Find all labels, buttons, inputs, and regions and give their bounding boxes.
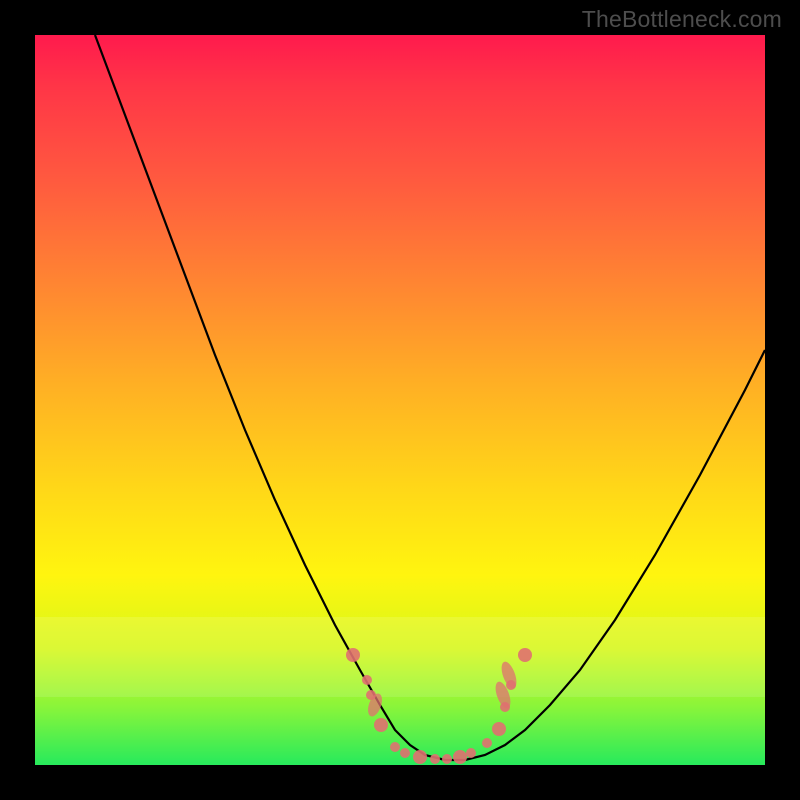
marker-dot: [374, 718, 388, 732]
chart-frame: TheBottleneck.com: [0, 0, 800, 800]
marker-dot: [442, 754, 452, 764]
marker-dot: [466, 748, 476, 758]
marker-dot: [482, 738, 492, 748]
curve-layer: [35, 35, 765, 765]
marker-dot: [346, 648, 360, 662]
marker-dot: [492, 722, 506, 736]
marker-dot: [390, 742, 400, 752]
bottleneck-curve: [95, 35, 765, 760]
watermark-text: TheBottleneck.com: [582, 6, 782, 33]
marker-dot: [413, 750, 427, 764]
marker-dot: [518, 648, 532, 662]
marker-dot: [362, 675, 372, 685]
marker-dot: [430, 754, 440, 764]
marker-dot: [400, 748, 410, 758]
marker-dot: [453, 750, 467, 764]
